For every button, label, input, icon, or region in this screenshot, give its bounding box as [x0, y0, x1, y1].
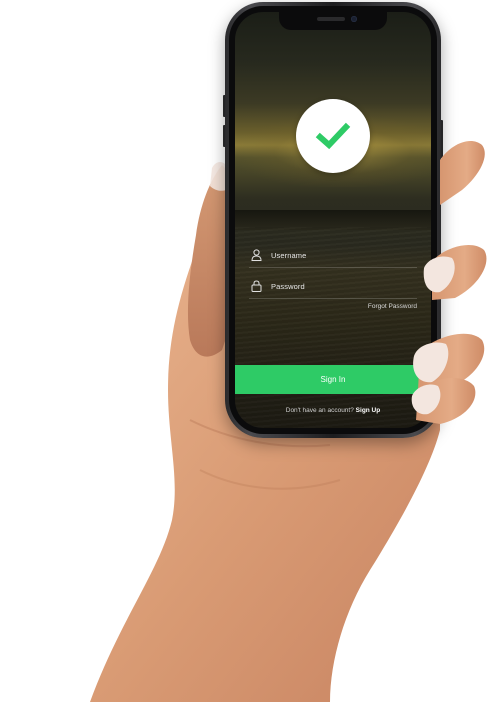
sign-in-label: Sign In — [320, 375, 346, 384]
username-placeholder: Username — [271, 250, 307, 260]
phone-device: Username Password Forgot Password Sign I… — [225, 2, 441, 438]
username-field[interactable]: Username — [249, 244, 417, 266]
sign-in-button[interactable]: Sign In — [235, 365, 431, 394]
username-underline — [249, 267, 417, 268]
lock-icon — [249, 279, 263, 293]
password-field[interactable]: Password — [249, 275, 417, 297]
checkmark-icon — [315, 122, 351, 150]
phone-screen: Username Password Forgot Password Sign I… — [235, 12, 431, 428]
user-icon — [249, 248, 263, 262]
product-mockup-stage: Username Password Forgot Password Sign I… — [0, 0, 490, 702]
front-camera — [351, 16, 357, 22]
forgot-password-link[interactable]: Forgot Password — [368, 303, 417, 310]
app-logo — [296, 99, 370, 173]
speaker-grille — [317, 17, 345, 21]
password-underline — [249, 298, 417, 299]
no-account-text: Don't have an account? — [285, 407, 354, 414]
signup-prompt: Don't have an account? Sign Up — [235, 407, 431, 414]
phone-notch — [279, 12, 387, 30]
sign-up-link[interactable]: Sign Up — [356, 407, 381, 414]
password-placeholder: Password — [271, 281, 305, 291]
